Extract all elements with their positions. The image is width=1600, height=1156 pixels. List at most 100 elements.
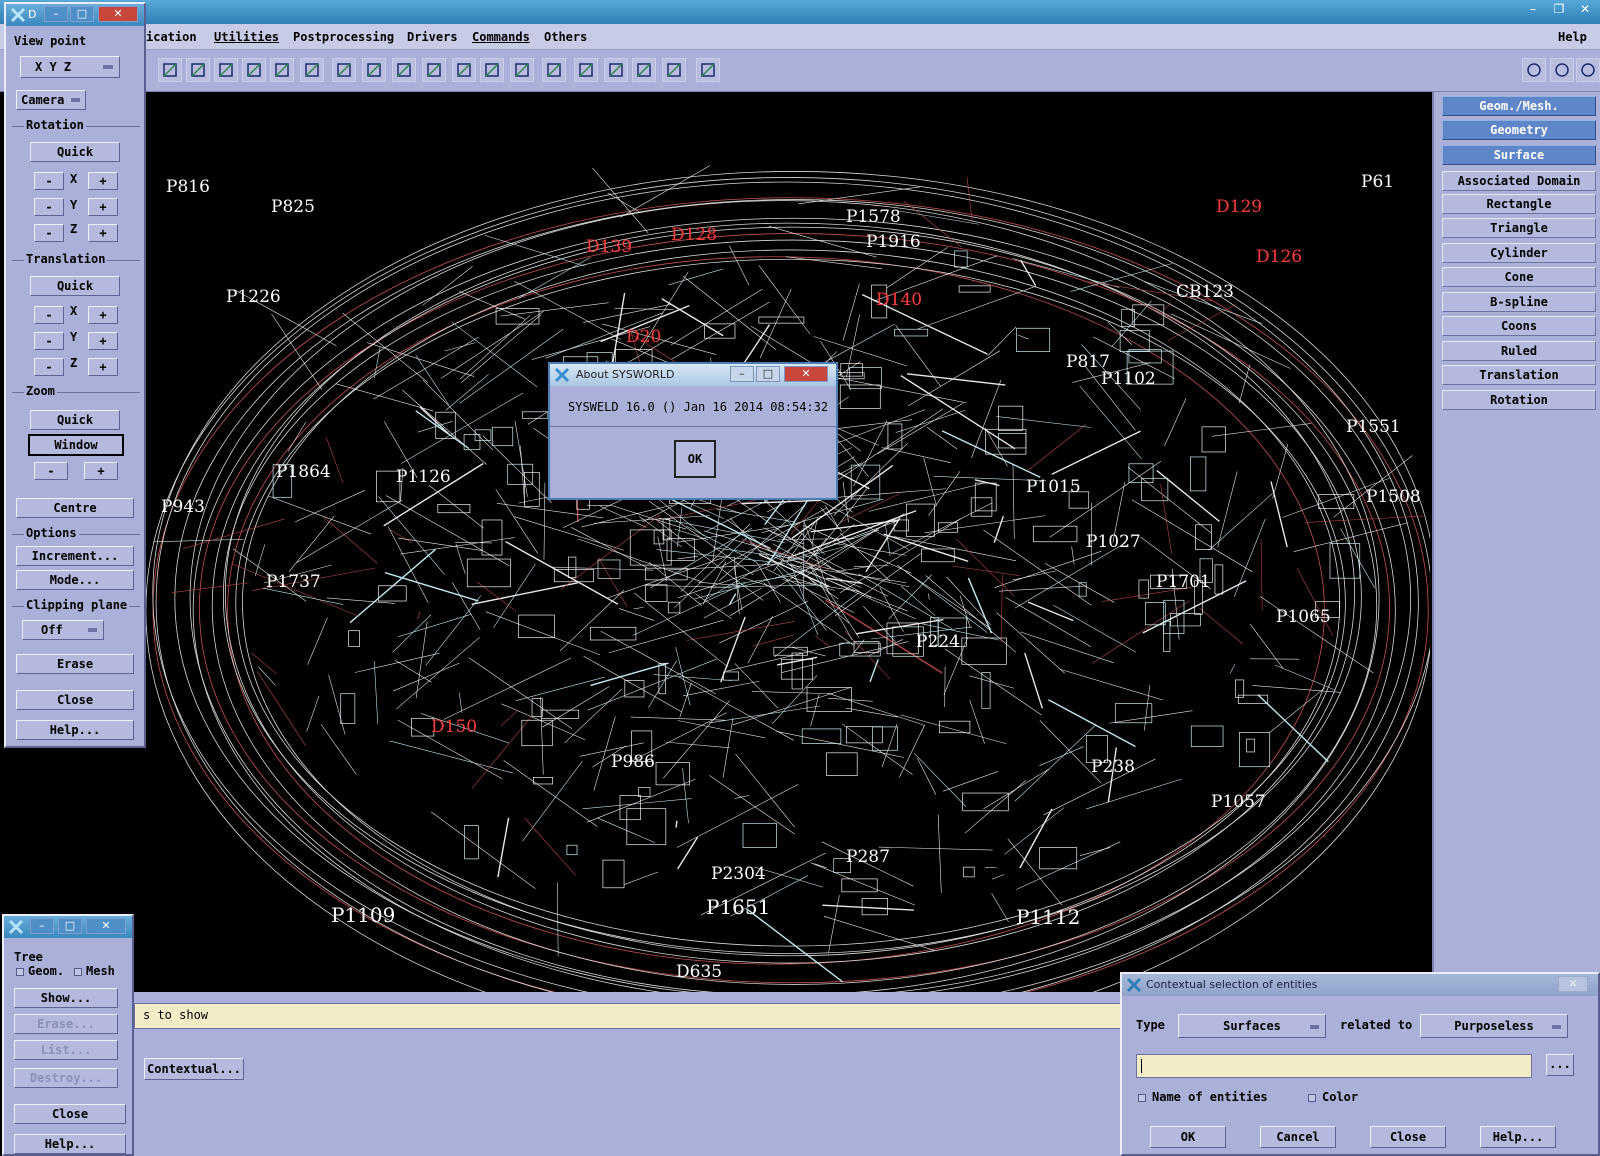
tree-help-button[interactable]: Help... (14, 1134, 126, 1154)
close-icon[interactable]: ✕ (1558, 976, 1588, 992)
terminal-icon[interactable] (632, 58, 656, 82)
minimize-icon[interactable]: – (1524, 2, 1542, 16)
view-help-button[interactable]: Help... (16, 720, 134, 740)
contextual-help-button[interactable]: Help... (1480, 1126, 1556, 1148)
menu-commands[interactable]: Commands (472, 30, 530, 44)
graph-icon[interactable] (542, 58, 566, 82)
close-icon[interactable]: ✕ (98, 6, 138, 22)
panel-item-rotation[interactable]: Rotation (1442, 390, 1596, 410)
zoom-minus-button[interactable]: - (34, 462, 68, 480)
panel-item-rectangle[interactable]: Rectangle (1442, 194, 1596, 214)
rotate-x-minus-button[interactable]: - (34, 172, 64, 190)
zoom-plus-button[interactable]: + (84, 462, 118, 480)
mode-button[interactable]: Mode... (16, 570, 134, 590)
erase-button[interactable]: Erase (16, 654, 134, 674)
palette-icon[interactable] (510, 58, 534, 82)
translate-x-minus-button[interactable]: - (34, 306, 64, 324)
panel-item-coons[interactable]: Coons (1442, 316, 1596, 336)
rotation-quick-button[interactable]: Quick (30, 142, 120, 162)
glasses-icon[interactable] (574, 58, 598, 82)
clipping-plane-select[interactable]: Off (22, 620, 104, 640)
panel-item-ruled[interactable]: Ruled (1442, 341, 1596, 361)
grid-icon[interactable] (452, 58, 476, 82)
minimize-icon[interactable]: – (30, 918, 54, 934)
tree-erase-button[interactable]: Erase... (14, 1014, 118, 1034)
rotate-y-plus-button[interactable]: + (88, 198, 118, 216)
rotate-z-minus-button[interactable]: - (34, 224, 64, 242)
menu-postprocessing[interactable]: Postprocessing (293, 30, 394, 44)
axes-icon[interactable] (158, 58, 182, 82)
flag-icon[interactable] (696, 58, 720, 82)
entity-name-input[interactable] (1136, 1054, 1532, 1078)
panel-item-geometry[interactable]: Geometry (1442, 120, 1596, 140)
menu-application[interactable]: ication (146, 30, 197, 44)
tree-destroy-button[interactable]: Destroy... (14, 1068, 118, 1088)
camera-icon[interactable] (1522, 58, 1546, 82)
close-icon[interactable]: ✕ (784, 366, 828, 382)
panel-item-surface[interactable]: Surface (1442, 145, 1596, 165)
menu-others[interactable]: Others (544, 30, 587, 44)
translate-z-plus-button[interactable]: + (88, 358, 118, 376)
menu-utilities[interactable]: Utilities (214, 30, 279, 44)
increment-button[interactable]: Increment... (16, 546, 134, 566)
about-ok-button[interactable]: OK (674, 440, 716, 478)
cube-3d-icon[interactable] (1550, 58, 1574, 82)
panel-item-geom-mesh[interactable]: Geom./Mesh. (1442, 96, 1596, 116)
fit-icon[interactable] (186, 58, 210, 82)
contextual-ok-button[interactable]: OK (1150, 1126, 1226, 1148)
cube-icon[interactable] (332, 58, 356, 82)
contextual-cancel-button[interactable]: Cancel (1260, 1126, 1336, 1148)
zoom-icon[interactable] (270, 58, 294, 82)
help-pointer-icon[interactable] (1576, 58, 1600, 82)
translation-quick-button[interactable]: Quick (30, 276, 120, 296)
translate-y-plus-button[interactable]: + (88, 332, 118, 350)
camera-select[interactable]: Camera (16, 90, 86, 110)
type-select[interactable]: Surfaces (1178, 1014, 1326, 1038)
panel-item-translation[interactable]: Translation (1442, 365, 1596, 385)
rotate-x-plus-button[interactable]: + (88, 172, 118, 190)
related-to-select[interactable]: Purposeless (1420, 1014, 1568, 1038)
pan-icon[interactable] (242, 58, 266, 82)
close-icon[interactable]: ✕ (86, 918, 126, 934)
maximize-icon[interactable]: ❐ (1550, 2, 1568, 16)
tree-close-button[interactable]: Close (14, 1104, 126, 1124)
maximize-icon[interactable]: □ (70, 6, 94, 22)
geom-checkbox[interactable] (16, 968, 24, 976)
minimize-icon[interactable]: – (730, 366, 754, 382)
close-icon[interactable]: ✕ (1576, 2, 1594, 16)
zoom-window-button[interactable]: Window (28, 434, 124, 456)
centre-button[interactable]: Centre (16, 498, 134, 518)
contextual-button[interactable]: Contextual... (144, 1058, 244, 1080)
cube-side-icon[interactable] (422, 58, 446, 82)
panel-item-associated-domain[interactable]: Associated Domain (1442, 171, 1596, 191)
tree-show-button[interactable]: Show... (14, 988, 118, 1008)
color-checkbox[interactable] (1308, 1094, 1316, 1102)
solid-cube-icon[interactable] (362, 58, 386, 82)
view-axis-select[interactable]: X Y Z (20, 56, 120, 78)
panel-item-cone[interactable]: Cone (1442, 267, 1596, 287)
rotate-icon[interactable] (214, 58, 238, 82)
graphics-viewport[interactable]: P1109 P1651 P1112 D139 D128 D140 D126 D129 P1916… (146, 92, 1430, 992)
rotate-y-minus-button[interactable]: - (34, 198, 64, 216)
tree-list-button[interactable]: List... (14, 1040, 118, 1060)
command-line-input[interactable]: s to show (134, 1003, 1124, 1029)
panel-item-cylinder[interactable]: Cylinder (1442, 243, 1596, 263)
menu-drivers[interactable]: Drivers (407, 30, 458, 44)
mesh-checkbox[interactable] (74, 968, 82, 976)
text-icon[interactable] (662, 58, 686, 82)
panel-item-triangle[interactable]: Triangle (1442, 218, 1596, 238)
minimize-icon[interactable]: – (44, 6, 68, 22)
eraser-icon[interactable] (300, 58, 324, 82)
translate-y-minus-button[interactable]: - (34, 332, 64, 350)
zoom-quick-button[interactable]: Quick (30, 410, 120, 430)
contextual-close-button[interactable]: Close (1370, 1126, 1446, 1148)
rotate-z-plus-button[interactable]: + (88, 224, 118, 242)
maximize-icon[interactable]: □ (756, 366, 780, 382)
view-close-button[interactable]: Close (16, 690, 134, 710)
translate-x-plus-button[interactable]: + (88, 306, 118, 324)
color-scale-icon[interactable] (480, 58, 504, 82)
panel-item-b-spline[interactable]: B-spline (1442, 292, 1596, 312)
menu-help[interactable]: Help (1558, 30, 1587, 44)
name-of-entities-checkbox[interactable] (1138, 1094, 1146, 1102)
cube-front-icon[interactable] (392, 58, 416, 82)
